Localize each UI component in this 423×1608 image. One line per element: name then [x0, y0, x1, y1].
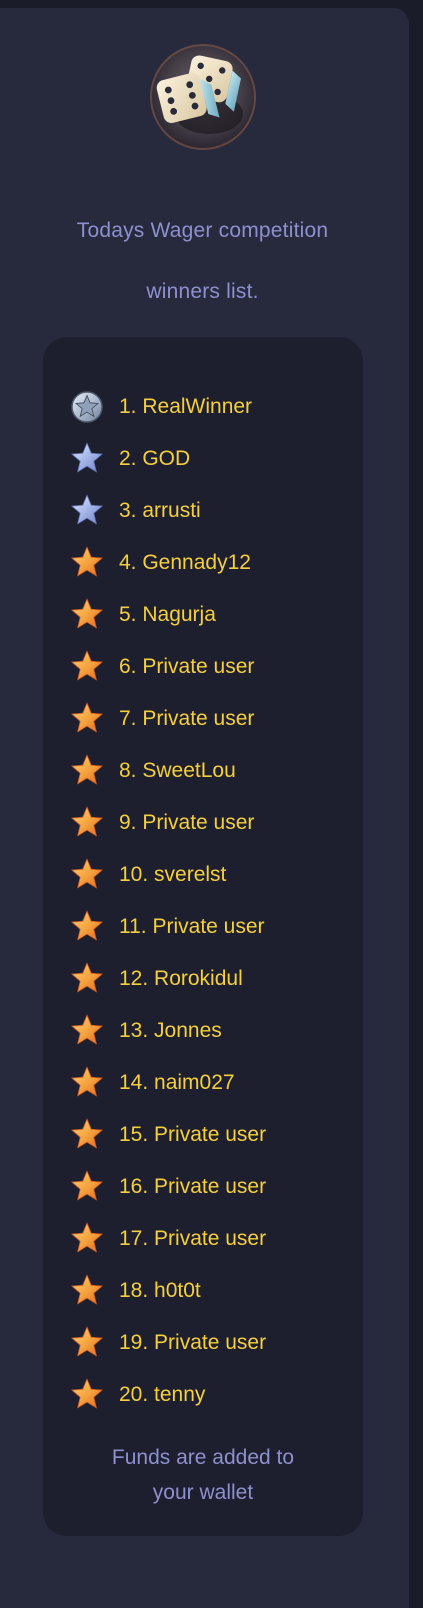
winner-row: 11. Private user — [70, 901, 350, 953]
winner-name: 2. GOD — [119, 447, 191, 470]
gold-star-icon — [71, 858, 103, 889]
winner-row: 4. Gennady12 — [70, 537, 350, 589]
gold-star-icon — [71, 962, 103, 993]
winners-panel: Todays Wager competition winners list. 1… — [0, 8, 409, 1608]
winner-row: 14. naim027 — [70, 1057, 350, 1109]
winner-name: 7. Private user — [119, 707, 255, 730]
winner-row: 8. SweetLou — [70, 745, 350, 797]
winners-list-card: 1. RealWinner 2. GOD 3. arrusti 4. Gennady1… — [43, 337, 363, 1536]
gold-star-icon — [71, 1170, 103, 1201]
winner-row: 13. Jonnes — [70, 1005, 350, 1057]
winner-row: 3. arrusti — [70, 485, 350, 537]
winner-row: 1. RealWinner — [70, 381, 350, 433]
winner-name: 8. SweetLou — [119, 759, 236, 782]
winner-name: 19. Private user — [119, 1331, 267, 1354]
footer-line-2: your wallet — [152, 1481, 254, 1504]
winner-row: 12. Rorokidul — [70, 953, 350, 1005]
medal-star-icon — [71, 391, 103, 423]
gold-star-icon — [71, 754, 103, 785]
winner-row: 18. h0t0t — [70, 1265, 350, 1317]
winner-name: 17. Private user — [119, 1227, 267, 1250]
winner-name: 13. Jonnes — [119, 1019, 222, 1042]
winner-name: 10. sverelst — [119, 863, 227, 886]
gold-star-icon — [71, 598, 103, 629]
winner-row: 2. GOD — [70, 433, 350, 485]
winner-name: 11. Private user — [119, 915, 265, 938]
winner-row: 10. sverelst — [70, 849, 350, 901]
gold-star-icon — [71, 546, 103, 577]
winner-name: 4. Gennady12 — [119, 551, 251, 574]
gold-star-icon — [71, 1378, 103, 1409]
title-line-2: winners list. — [146, 280, 259, 303]
dice-icon — [150, 44, 256, 150]
gold-star-icon — [71, 1066, 103, 1097]
title-line-1: Todays Wager competition — [76, 219, 329, 242]
winner-name: 12. Rorokidul — [119, 967, 243, 990]
winner-row: 7. Private user — [70, 693, 350, 745]
gold-star-icon — [71, 910, 103, 941]
gold-star-icon — [71, 650, 103, 681]
gold-star-icon — [71, 1014, 103, 1045]
footer-line-1: Funds are added to — [111, 1446, 295, 1469]
winner-name: 5. Nagurja — [119, 603, 216, 626]
gold-star-icon — [71, 1222, 103, 1253]
gold-star-icon — [71, 1118, 103, 1149]
winner-row: 17. Private user — [70, 1213, 350, 1265]
winner-name: 6. Private user — [119, 655, 255, 678]
winner-name: 14. naim027 — [119, 1071, 235, 1094]
winner-name: 18. h0t0t — [119, 1279, 201, 1302]
winner-row: 19. Private user — [70, 1317, 350, 1369]
winner-row: 16. Private user — [70, 1161, 350, 1213]
winners-list: 1. RealWinner 2. GOD 3. arrusti 4. Gennady1… — [70, 381, 350, 1421]
winner-row: 20. tenny — [70, 1369, 350, 1421]
winner-name: 1. RealWinner — [119, 395, 253, 418]
winner-name: 16. Private user — [119, 1175, 267, 1198]
gold-star-icon — [71, 1326, 103, 1357]
winner-row: 9. Private user — [70, 797, 350, 849]
silver-star-icon — [71, 494, 103, 525]
gold-star-icon — [71, 806, 103, 837]
gold-star-icon — [71, 702, 103, 733]
winner-name: 20. tenny — [119, 1383, 206, 1406]
winner-name: 15. Private user — [119, 1123, 267, 1146]
winner-row: 6. Private user — [70, 641, 350, 693]
winner-row: 5. Nagurja — [70, 589, 350, 641]
gold-star-icon — [71, 1274, 103, 1305]
winner-name: 9. Private user — [119, 811, 255, 834]
winner-row: 15. Private user — [70, 1109, 350, 1161]
silver-star-icon — [71, 442, 103, 473]
winner-name: 3. arrusti — [119, 499, 201, 522]
